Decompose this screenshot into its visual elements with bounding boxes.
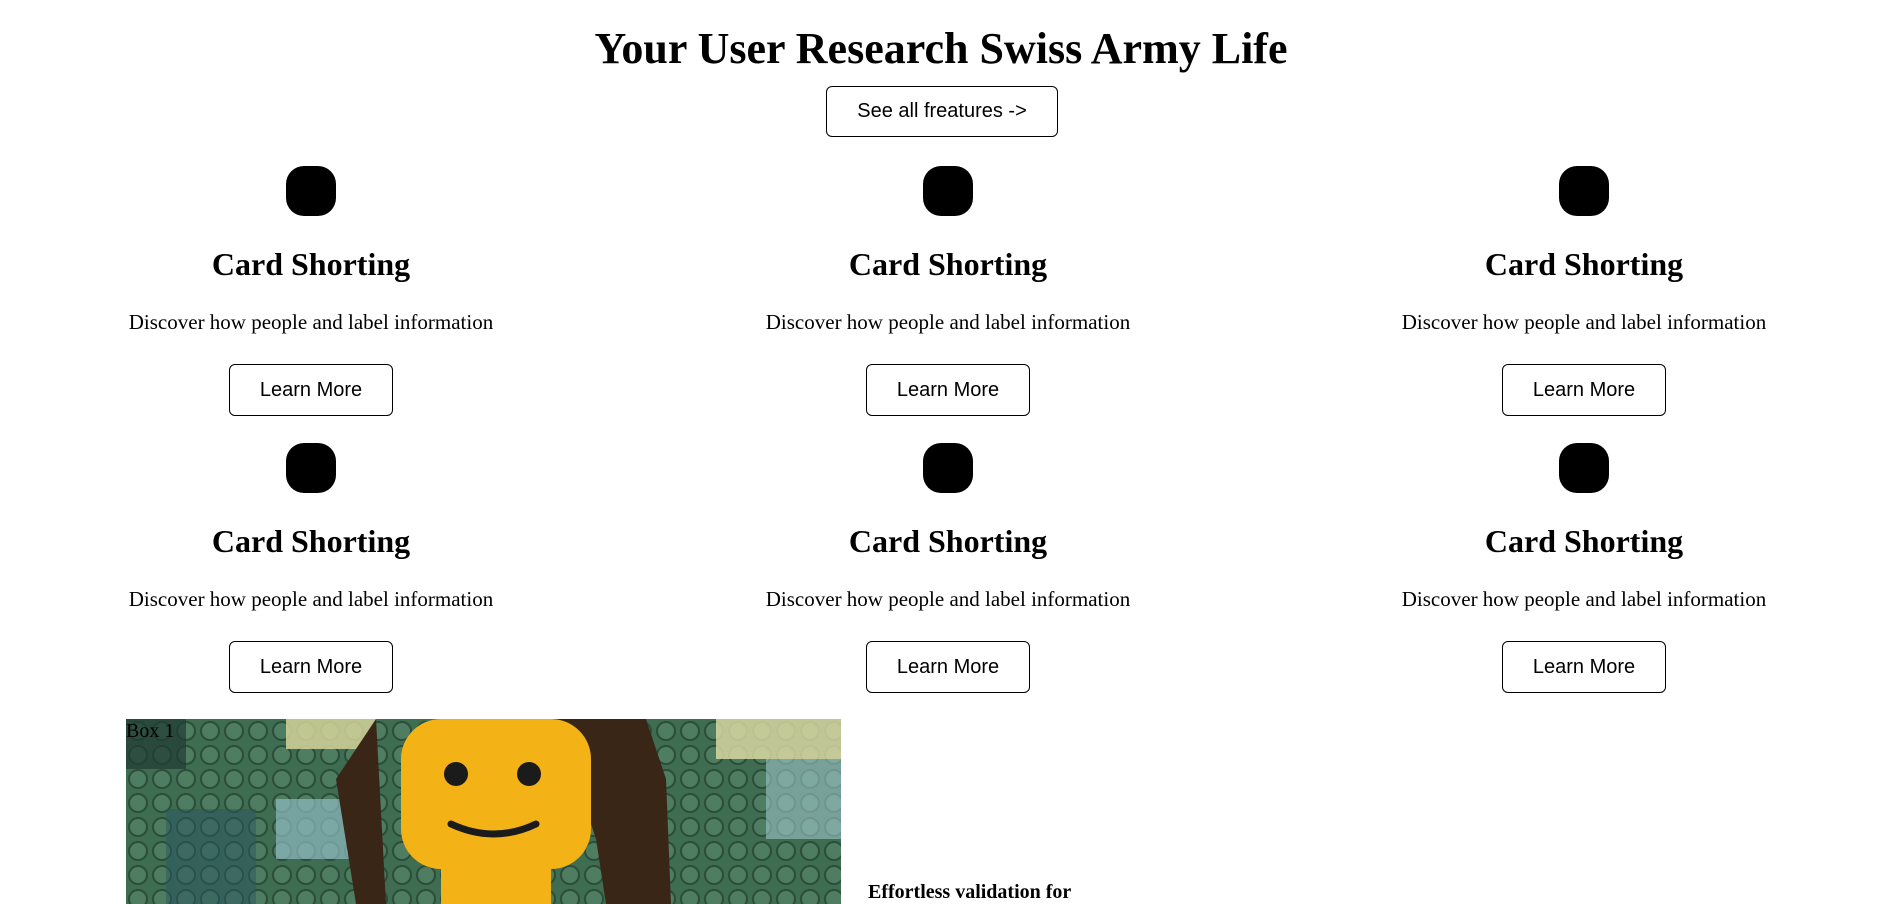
lego-minifigure-image-box: Box 1 — [126, 719, 841, 904]
card-title: Card Shorting — [1484, 523, 1684, 559]
rounded-square-icon — [1559, 443, 1609, 493]
feature-card: Card Shorting Discover how people and la… — [748, 443, 1148, 719]
learn-more-button[interactable]: Learn More — [1502, 364, 1666, 416]
feature-card: Card Shorting Discover how people and la… — [1384, 166, 1784, 442]
card-title: Card Shorting — [211, 246, 411, 282]
page: Your User Research Swiss Army Life See a… — [0, 0, 1882, 904]
card-description: Discover how people and label informatio… — [765, 310, 1131, 334]
box-label: Box 1 — [126, 720, 175, 742]
learn-more-button[interactable]: Learn More — [866, 641, 1030, 693]
learn-more-button[interactable]: Learn More — [1502, 641, 1666, 693]
card-description: Discover how people and label informatio… — [765, 587, 1131, 611]
card-description: Discover how people and label informatio… — [128, 310, 494, 334]
feature-card: Card Shorting Discover how people and la… — [111, 166, 511, 442]
card-description: Discover how people and label informatio… — [1401, 587, 1767, 611]
rounded-square-icon — [923, 443, 973, 493]
card-description: Discover how people and label informatio… — [128, 587, 494, 611]
feature-card: Card Shorting Discover how people and la… — [111, 443, 511, 719]
card-title: Card Shorting — [848, 523, 1048, 559]
feature-heading: Effortless validation for — [868, 881, 1072, 903]
learn-more-button[interactable]: Learn More — [229, 364, 393, 416]
feature-card: Card Shorting Discover how people and la… — [1384, 443, 1784, 719]
learn-more-button[interactable]: Learn More — [229, 641, 393, 693]
rounded-square-icon — [923, 166, 973, 216]
learn-more-button[interactable]: Learn More — [866, 364, 1030, 416]
card-description: Discover how people and label informatio… — [1401, 310, 1767, 334]
card-title: Card Shorting — [1484, 246, 1684, 282]
feature-card: Card Shorting Discover how people and la… — [748, 166, 1148, 442]
lego-minifigure-mona-lisa-image — [126, 719, 841, 904]
rounded-square-icon — [1559, 166, 1609, 216]
rounded-square-icon — [286, 166, 336, 216]
rounded-square-icon — [286, 443, 336, 493]
card-title: Card Shorting — [211, 523, 411, 559]
card-title: Card Shorting — [848, 246, 1048, 282]
